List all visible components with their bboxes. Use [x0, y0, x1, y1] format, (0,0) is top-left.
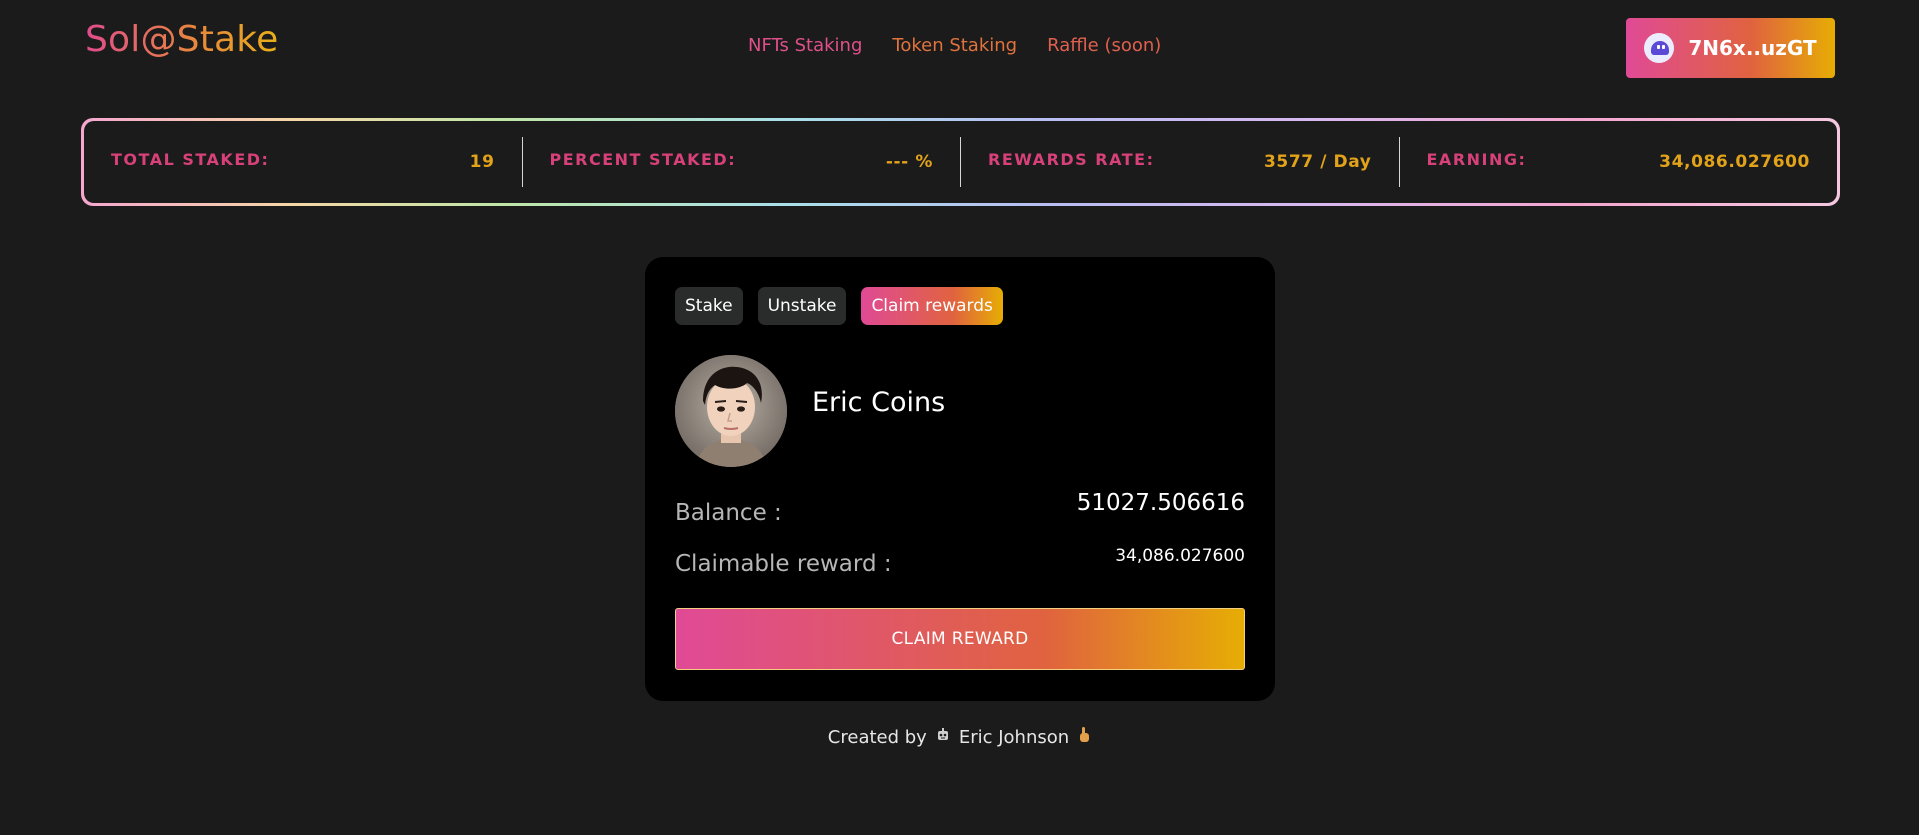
app-page: Sol@Stake NFTs Staking Token Staking Raf…	[0, 0, 1919, 835]
tab-unstake[interactable]: Unstake	[757, 287, 847, 325]
stat-total-staked: TOTAL STAKED: 19	[84, 137, 522, 187]
user-name: Eric Coins	[812, 387, 946, 418]
footer-prefix: Created by	[827, 726, 927, 748]
stat-rewards-rate: REWARDS RATE: 3577 / Day	[960, 137, 1399, 187]
hand-icon	[1077, 726, 1091, 748]
wallet-button[interactable]: 7N6x..uzGT	[1626, 18, 1835, 78]
stat-label: REWARDS RATE:	[988, 149, 1155, 169]
stat-label: TOTAL STAKED:	[111, 149, 270, 169]
tab-stake[interactable]: Stake	[675, 287, 743, 325]
stat-value: 19	[469, 152, 495, 172]
balance-label: Balance :	[675, 500, 782, 526]
card-tabs: Stake Unstake Claim rewards	[675, 287, 1003, 325]
stats-inner: TOTAL STAKED: 19 PERCENT STAKED: --- % R…	[84, 121, 1837, 203]
stat-value: --- %	[885, 152, 933, 172]
claimable-reward-value: 34,086.027600	[1115, 546, 1245, 566]
nav-raffle[interactable]: Raffle (soon)	[1047, 35, 1161, 57]
stat-value: 3577 / Day	[1263, 152, 1372, 172]
stat-earning: EARNING: 34,086.027600	[1398, 137, 1838, 187]
top-nav: NFTs Staking Token Staking Raffle (soon)	[748, 35, 1161, 57]
avatar	[675, 355, 787, 467]
phantom-ghost-icon	[1644, 33, 1675, 63]
claimable-reward-label: Claimable reward :	[675, 551, 892, 577]
stat-label: EARNING:	[1426, 149, 1527, 169]
stats-bar: TOTAL STAKED: 19 PERCENT STAKED: --- % R…	[81, 118, 1840, 206]
stat-value: 34,086.027600	[1659, 152, 1810, 172]
claim-reward-button[interactable]: CLAIM REWARD	[675, 608, 1245, 670]
robot-icon	[935, 727, 951, 747]
footer: Created by Eric Johnson	[0, 726, 1919, 748]
stat-percent-staked: PERCENT STAKED: --- %	[521, 137, 961, 187]
stat-label: PERCENT STAKED:	[549, 149, 737, 169]
logo[interactable]: Sol@Stake	[85, 18, 278, 62]
author-link[interactable]: Eric Johnson	[959, 727, 1069, 748]
avatar-portrait-image	[675, 355, 787, 467]
balance-value: 51027.506616	[1076, 490, 1245, 516]
tab-claim-rewards[interactable]: Claim rewards	[861, 287, 1003, 325]
nav-token-staking[interactable]: Token Staking	[892, 35, 1017, 57]
wallet-address: 7N6x..uzGT	[1688, 36, 1817, 60]
nav-nfts-staking[interactable]: NFTs Staking	[748, 35, 862, 57]
staking-card: Stake Unstake Claim rewards Eric Coins B…	[645, 257, 1275, 701]
